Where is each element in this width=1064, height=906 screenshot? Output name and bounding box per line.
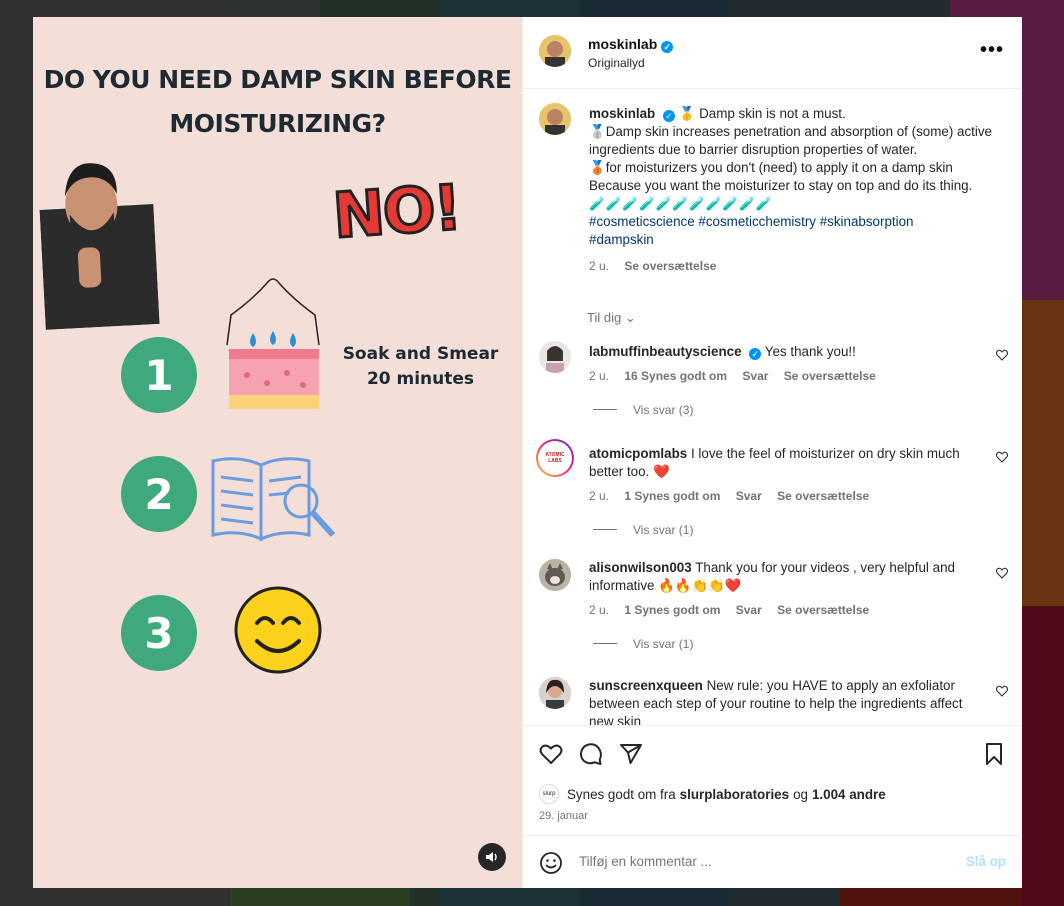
comment-likes[interactable]: 1 Synes godt om (624, 603, 720, 617)
author-username[interactable]: moskinlab ✓ (588, 36, 674, 53)
likes-and: og (793, 786, 808, 802)
step-1-circle: 1 (121, 337, 197, 413)
view-replies-label: Vis svar (1) (633, 637, 694, 651)
soak-line1: Soak and Smear (342, 344, 499, 364)
view-replies-button[interactable]: Vis svar (1) (593, 637, 693, 651)
save-bookmark-icon[interactable] (982, 742, 1006, 766)
comments-scroll-area[interactable]: moskinlab ✓ 🥇 Damp skin is not a must. 🥈… (523, 89, 1022, 725)
caption-line1: Damp skin is not a must. (695, 106, 846, 121)
caption-line4: Because you want the moisturizer to stay… (589, 178, 973, 193)
comment-reply-button[interactable]: Svar (736, 603, 762, 617)
verified-icon: ✓ (662, 110, 675, 122)
media-title-line2: MOISTURIZING? (169, 109, 386, 138)
caption-username[interactable]: moskinlab (589, 106, 655, 121)
comment-avatar[interactable] (539, 341, 571, 373)
share-send-icon[interactable] (619, 742, 643, 766)
like-heart-icon[interactable] (996, 685, 1008, 697)
post-header: moskinlab ✓ Originallyd ••• (523, 17, 1022, 89)
post-media[interactable]: DO YOU NEED DAMP SKIN BEFORE MOISTURIZIN… (33, 17, 522, 888)
step-2-circle: 2 (121, 456, 197, 532)
caption-time[interactable]: 2 u. (589, 259, 609, 273)
for-you-label: Til dig (587, 310, 622, 325)
post-modal: DO YOU NEED DAMP SKIN BEFORE MOISTURIZIN… (33, 17, 1022, 888)
emoji-icon[interactable] (539, 851, 563, 875)
comment-avatar: ATOMIC LABS (538, 441, 572, 475)
soak-line2: 20 minutes (366, 369, 475, 389)
comment-username[interactable]: labmuffinbeautyscience (589, 344, 742, 359)
comment-body: sunscreenxqueen New rule: you HAVE to ap… (589, 677, 984, 725)
comment-reply-button[interactable]: Svar (742, 369, 768, 383)
no-graphic: NO! (329, 169, 464, 254)
caption-translate-link[interactable]: Se oversættelse (624, 259, 716, 273)
comment-time[interactable]: 2 u. (589, 489, 609, 503)
smiling-face-icon (234, 586, 322, 674)
comment-body: atomicpomlabs I love the feel of moistur… (589, 445, 984, 481)
author-avatar[interactable] (539, 35, 571, 67)
comment-translate-link[interactable]: Se oversættelse (784, 369, 876, 383)
liker-username[interactable]: slurplaboratories (680, 787, 789, 802)
view-replies-label: Vis svar (3) (633, 403, 694, 417)
post-comment-button[interactable]: Slå op (966, 854, 1006, 869)
caption-avatar[interactable] (539, 103, 571, 135)
sound-toggle-button[interactable] (478, 843, 506, 871)
verified-icon: ✓ (661, 41, 674, 53)
view-replies-button[interactable]: Vis svar (1) (593, 523, 693, 537)
comment-time[interactable]: 2 u. (589, 369, 609, 383)
comment-username[interactable]: atomicpomlabs (589, 446, 687, 461)
post-caption: moskinlab ✓ 🥇 Damp skin is not a must. 🥈… (589, 105, 999, 275)
skin-layers-icon (226, 278, 320, 409)
add-comment-bar: Slå op (523, 835, 1022, 888)
more-options-icon[interactable]: ••• (980, 39, 1004, 62)
comment-avatar[interactable] (539, 677, 571, 709)
verified-icon: ✓ (749, 348, 762, 360)
speaker-icon (486, 852, 497, 862)
comment-input[interactable] (579, 854, 909, 869)
caption-hashtags-2[interactable]: #dampskin (589, 231, 999, 249)
step-3-circle: 3 (121, 595, 197, 671)
like-heart-icon[interactable] (539, 742, 563, 766)
view-replies-label: Vis svar (1) (633, 523, 694, 537)
chevron-down-icon: ⌄ (624, 310, 636, 325)
like-heart-icon[interactable] (996, 451, 1008, 463)
caption-line3: for moisturizers you don't (need) to app… (605, 160, 953, 175)
liker-avatar[interactable]: slurp (539, 784, 559, 804)
caption-line2: Damp skin increases penetration and abso… (589, 124, 992, 157)
comment-time[interactable]: 2 u. (589, 603, 609, 617)
view-replies-button[interactable]: Vis svar (3) (593, 403, 693, 417)
likes-summary: slurp Synes godt om fra slurplaboratorie… (539, 784, 890, 804)
comment-likes[interactable]: 16 Synes godt om (624, 369, 727, 383)
like-heart-icon[interactable] (996, 567, 1008, 579)
comment-avatar[interactable] (539, 559, 571, 591)
person-photo (36, 144, 160, 330)
likes-prefix: Synes godt om fra (567, 786, 676, 802)
caption-hashtags-1[interactable]: #cosmeticscience #cosmeticchemistry #ski… (589, 213, 999, 231)
comment-body: alisonwilson003 Thank you for your video… (589, 559, 984, 595)
comment-username[interactable]: sunscreenxqueen (589, 678, 703, 693)
comment-translate-link[interactable]: Se oversættelse (777, 489, 869, 503)
comment-translate-link[interactable]: Se oversættelse (777, 603, 869, 617)
post-actions: slurp Synes godt om fra slurplaboratorie… (523, 725, 1022, 837)
for-you-dropdown[interactable]: Til dig ⌄ (587, 310, 636, 326)
media-title-line1: DO YOU NEED DAMP SKIN BEFORE (43, 65, 512, 94)
like-heart-icon[interactable] (996, 349, 1008, 361)
comment-reply-button[interactable]: Svar (736, 489, 762, 503)
likes-others-count[interactable]: 1.004 andre (812, 787, 886, 802)
comment-username[interactable]: alisonwilson003 (589, 560, 692, 575)
caption-tubes: 🧪🧪🧪🧪🧪🧪🧪🧪🧪🧪🧪 (589, 196, 773, 211)
author-username-text[interactable]: moskinlab (588, 36, 657, 52)
comment-likes[interactable]: 1 Synes godt om (624, 489, 720, 503)
book-search-icon (211, 457, 336, 542)
audio-label[interactable]: Originallyd (588, 56, 645, 70)
comment-text: Yes thank you!! (764, 344, 856, 359)
comment-bubble-icon[interactable] (579, 742, 603, 766)
comment-avatar-story-ring[interactable]: ATOMIC LABS (536, 439, 574, 477)
post-date[interactable]: 29. januar (539, 810, 588, 822)
soak-and-smear-text: Soak and Smear 20 minutes (333, 342, 508, 392)
comment-body: labmuffinbeautyscience ✓ Yes thank you!! (589, 343, 984, 361)
post-details-panel: moskinlab ✓ Originallyd ••• moskinlab ✓ 🥇… (522, 17, 1022, 888)
